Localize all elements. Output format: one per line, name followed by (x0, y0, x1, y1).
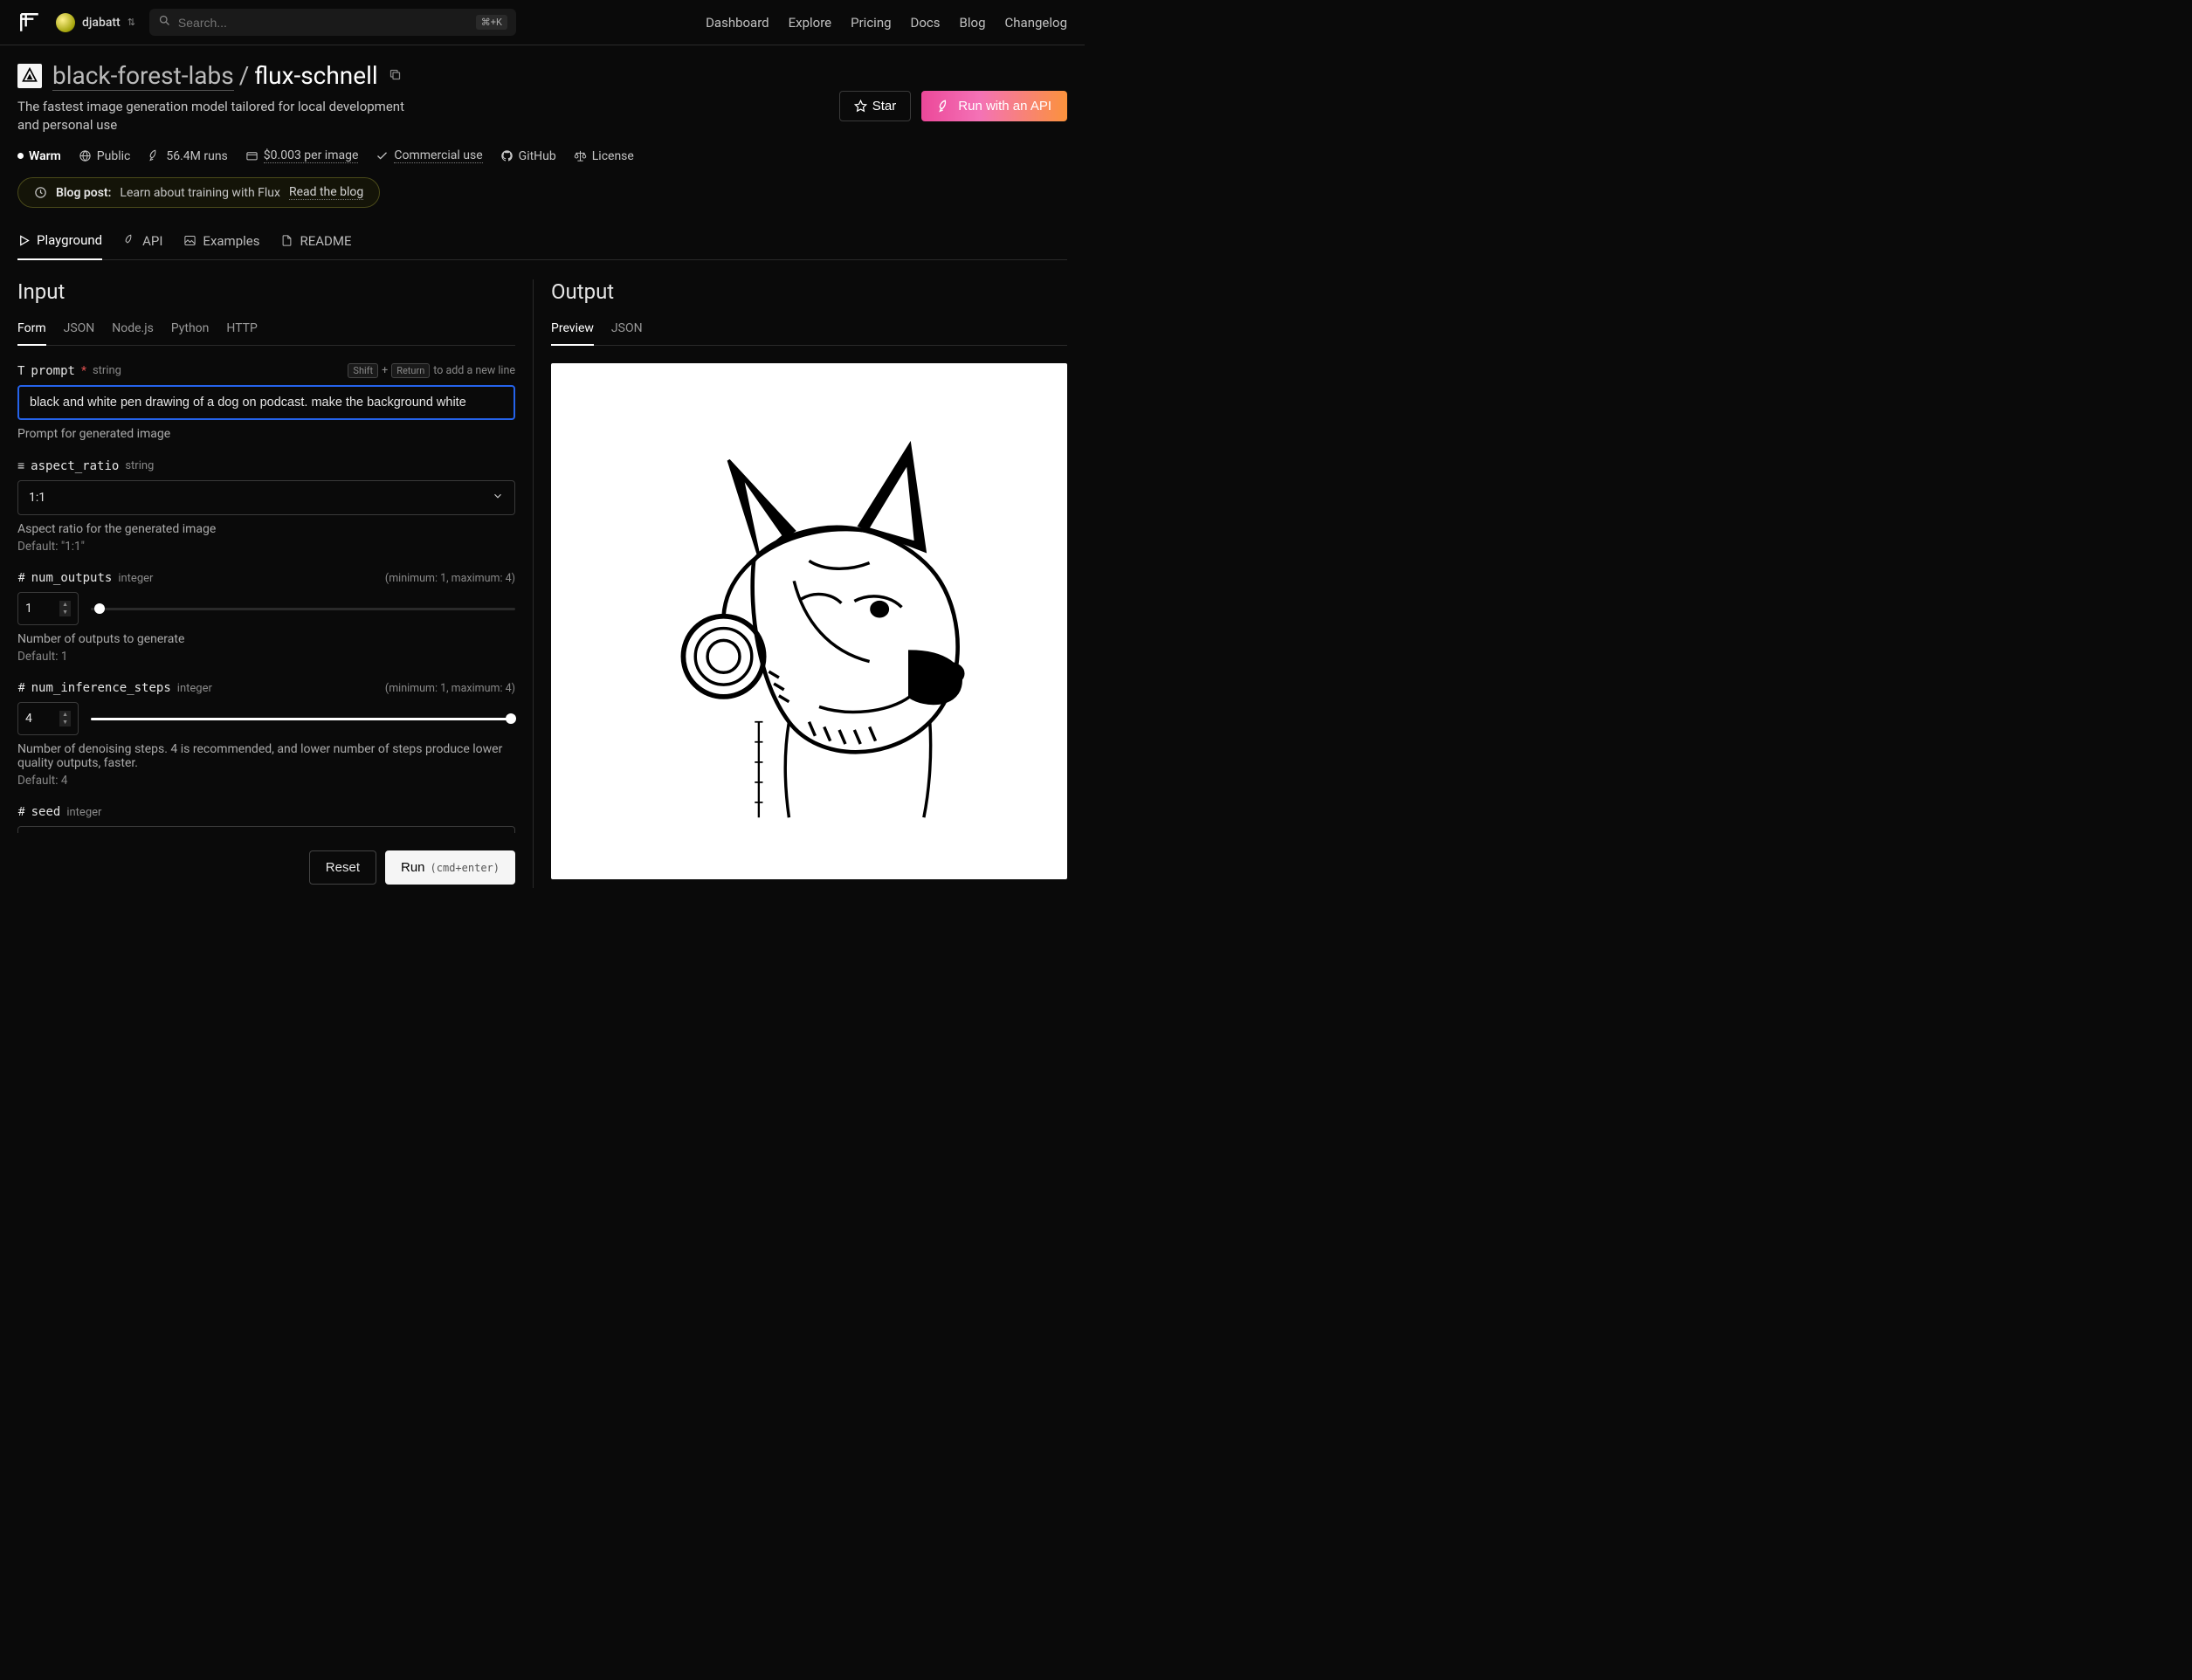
slider-thumb[interactable] (94, 603, 105, 614)
scale-icon (574, 149, 587, 162)
model-title: black-forest-labs / flux-schnell (52, 61, 378, 91)
input-tab-json[interactable]: JSON (64, 316, 95, 345)
search-box[interactable]: ⌘+K (149, 9, 516, 36)
github-link[interactable]: GitHub (500, 149, 556, 163)
action-bar: Reset Run (cmd+enter) (17, 838, 515, 888)
num-outputs-slider[interactable] (91, 608, 515, 610)
org-link[interactable]: black-forest-labs (52, 61, 234, 91)
model-header: black-forest-labs / flux-schnell The fas… (0, 45, 1085, 208)
nav-changelog[interactable]: Changelog (1005, 15, 1067, 31)
rocket-icon (148, 149, 161, 162)
rocket-icon (937, 100, 951, 114)
org-icon (17, 64, 42, 88)
input-panel: Input Form JSON Node.js Python HTTP T pr… (17, 279, 533, 888)
blog-banner[interactable]: Blog post: Learn about training with Flu… (17, 177, 380, 208)
check-icon (376, 149, 389, 162)
image-icon (183, 234, 196, 247)
nav-explore[interactable]: Explore (789, 15, 832, 31)
warm-dot-icon (17, 153, 24, 159)
logo[interactable] (17, 10, 42, 35)
copy-icon[interactable] (389, 68, 402, 85)
num-inference-steps-stepper[interactable]: ▲▼ (59, 711, 71, 726)
clock-icon (34, 186, 47, 199)
run-with-api-button[interactable]: Run with an API (921, 91, 1067, 121)
play-icon (17, 234, 31, 247)
field-aspect-ratio: ≡ aspect_ratio string 1:1 Aspect ratio f… (17, 458, 515, 554)
nav-docs[interactable]: Docs (911, 15, 941, 31)
output-tabs: Preview JSON (551, 316, 1067, 346)
search-shortcut: ⌘+K (476, 15, 507, 30)
search-input[interactable] (178, 16, 469, 30)
input-tab-http[interactable]: HTTP (226, 316, 257, 345)
blog-link[interactable]: Read the blog (289, 185, 363, 200)
num-outputs-input[interactable]: 1 ▲▼ (17, 592, 79, 625)
tab-api[interactable]: API (123, 225, 162, 259)
license-link[interactable]: License (574, 149, 634, 163)
username: djabatt (82, 16, 121, 30)
output-panel: Output Preview JSON (533, 279, 1067, 888)
main-tabs: Playground API Examples README (17, 225, 1067, 260)
hash-icon: # (17, 571, 25, 585)
nav-dashboard[interactable]: Dashboard (706, 15, 769, 31)
globe-icon (79, 149, 92, 162)
visibility: Public (79, 149, 131, 163)
chevron-down-icon (492, 490, 504, 506)
card-icon (245, 149, 258, 162)
num-inference-steps-input[interactable]: 4 ▲▼ (17, 702, 79, 735)
prompt-input[interactable] (17, 385, 515, 420)
field-num-inference-steps: # num_inference_steps integer (minimum: … (17, 681, 515, 788)
seed-input[interactable] (17, 826, 515, 833)
output-title: Output (551, 279, 1067, 304)
required-indicator: * (81, 364, 86, 378)
status-warm: Warm (17, 149, 61, 163)
meta-row: Warm Public 56.4M runs $0.003 per image … (17, 148, 1067, 163)
hash-icon: # (17, 805, 25, 819)
num-outputs-stepper[interactable]: ▲▼ (59, 601, 71, 616)
file-icon (280, 234, 293, 247)
input-tab-form[interactable]: Form (17, 316, 46, 346)
model-name: flux-schnell (254, 61, 377, 90)
num-inference-steps-slider[interactable] (91, 718, 515, 720)
top-header: djabatt ⇅ ⌘+K Dashboard Explore Pricing … (0, 0, 1085, 45)
top-nav: Dashboard Explore Pricing Docs Blog Chan… (706, 15, 1067, 31)
tab-playground[interactable]: Playground (17, 225, 102, 260)
avatar (56, 13, 75, 32)
output-tab-preview[interactable]: Preview (551, 316, 594, 346)
tab-examples[interactable]: Examples (183, 225, 259, 259)
input-tab-python[interactable]: Python (171, 316, 210, 345)
star-button[interactable]: Star (839, 91, 912, 121)
nav-blog[interactable]: Blog (960, 15, 986, 31)
output-tab-json[interactable]: JSON (611, 316, 643, 345)
reset-button[interactable]: Reset (309, 850, 376, 885)
field-seed: # seed integer (17, 805, 515, 833)
github-icon (500, 149, 514, 162)
hash-icon: # (17, 681, 25, 695)
list-icon: ≡ (17, 458, 24, 473)
commercial-use[interactable]: Commercial use (376, 148, 482, 163)
slider-thumb[interactable] (506, 713, 516, 724)
field-prompt: T prompt* string Shift + Return to add a… (17, 363, 515, 441)
nav-pricing[interactable]: Pricing (851, 15, 891, 31)
search-icon (158, 14, 171, 31)
price[interactable]: $0.003 per image (245, 148, 359, 163)
model-subtitle: The fastest image generation model tailo… (17, 98, 428, 134)
user-menu[interactable]: djabatt ⇅ (56, 13, 135, 32)
text-icon: T (17, 364, 24, 378)
input-tab-nodejs[interactable]: Node.js (112, 316, 154, 345)
run-button[interactable]: Run (cmd+enter) (385, 850, 515, 885)
input-title: Input (17, 279, 515, 304)
star-icon (854, 100, 867, 113)
chevron-up-down-icon: ⇅ (128, 17, 135, 28)
tab-readme[interactable]: README (280, 225, 351, 259)
run-count: 56.4M runs (148, 149, 227, 163)
field-num-outputs: # num_outputs integer (minimum: 1, maxim… (17, 571, 515, 664)
output-image[interactable] (551, 363, 1067, 879)
rocket-icon (123, 234, 136, 247)
aspect-ratio-select[interactable]: 1:1 (17, 480, 515, 515)
input-tabs: Form JSON Node.js Python HTTP (17, 316, 515, 346)
